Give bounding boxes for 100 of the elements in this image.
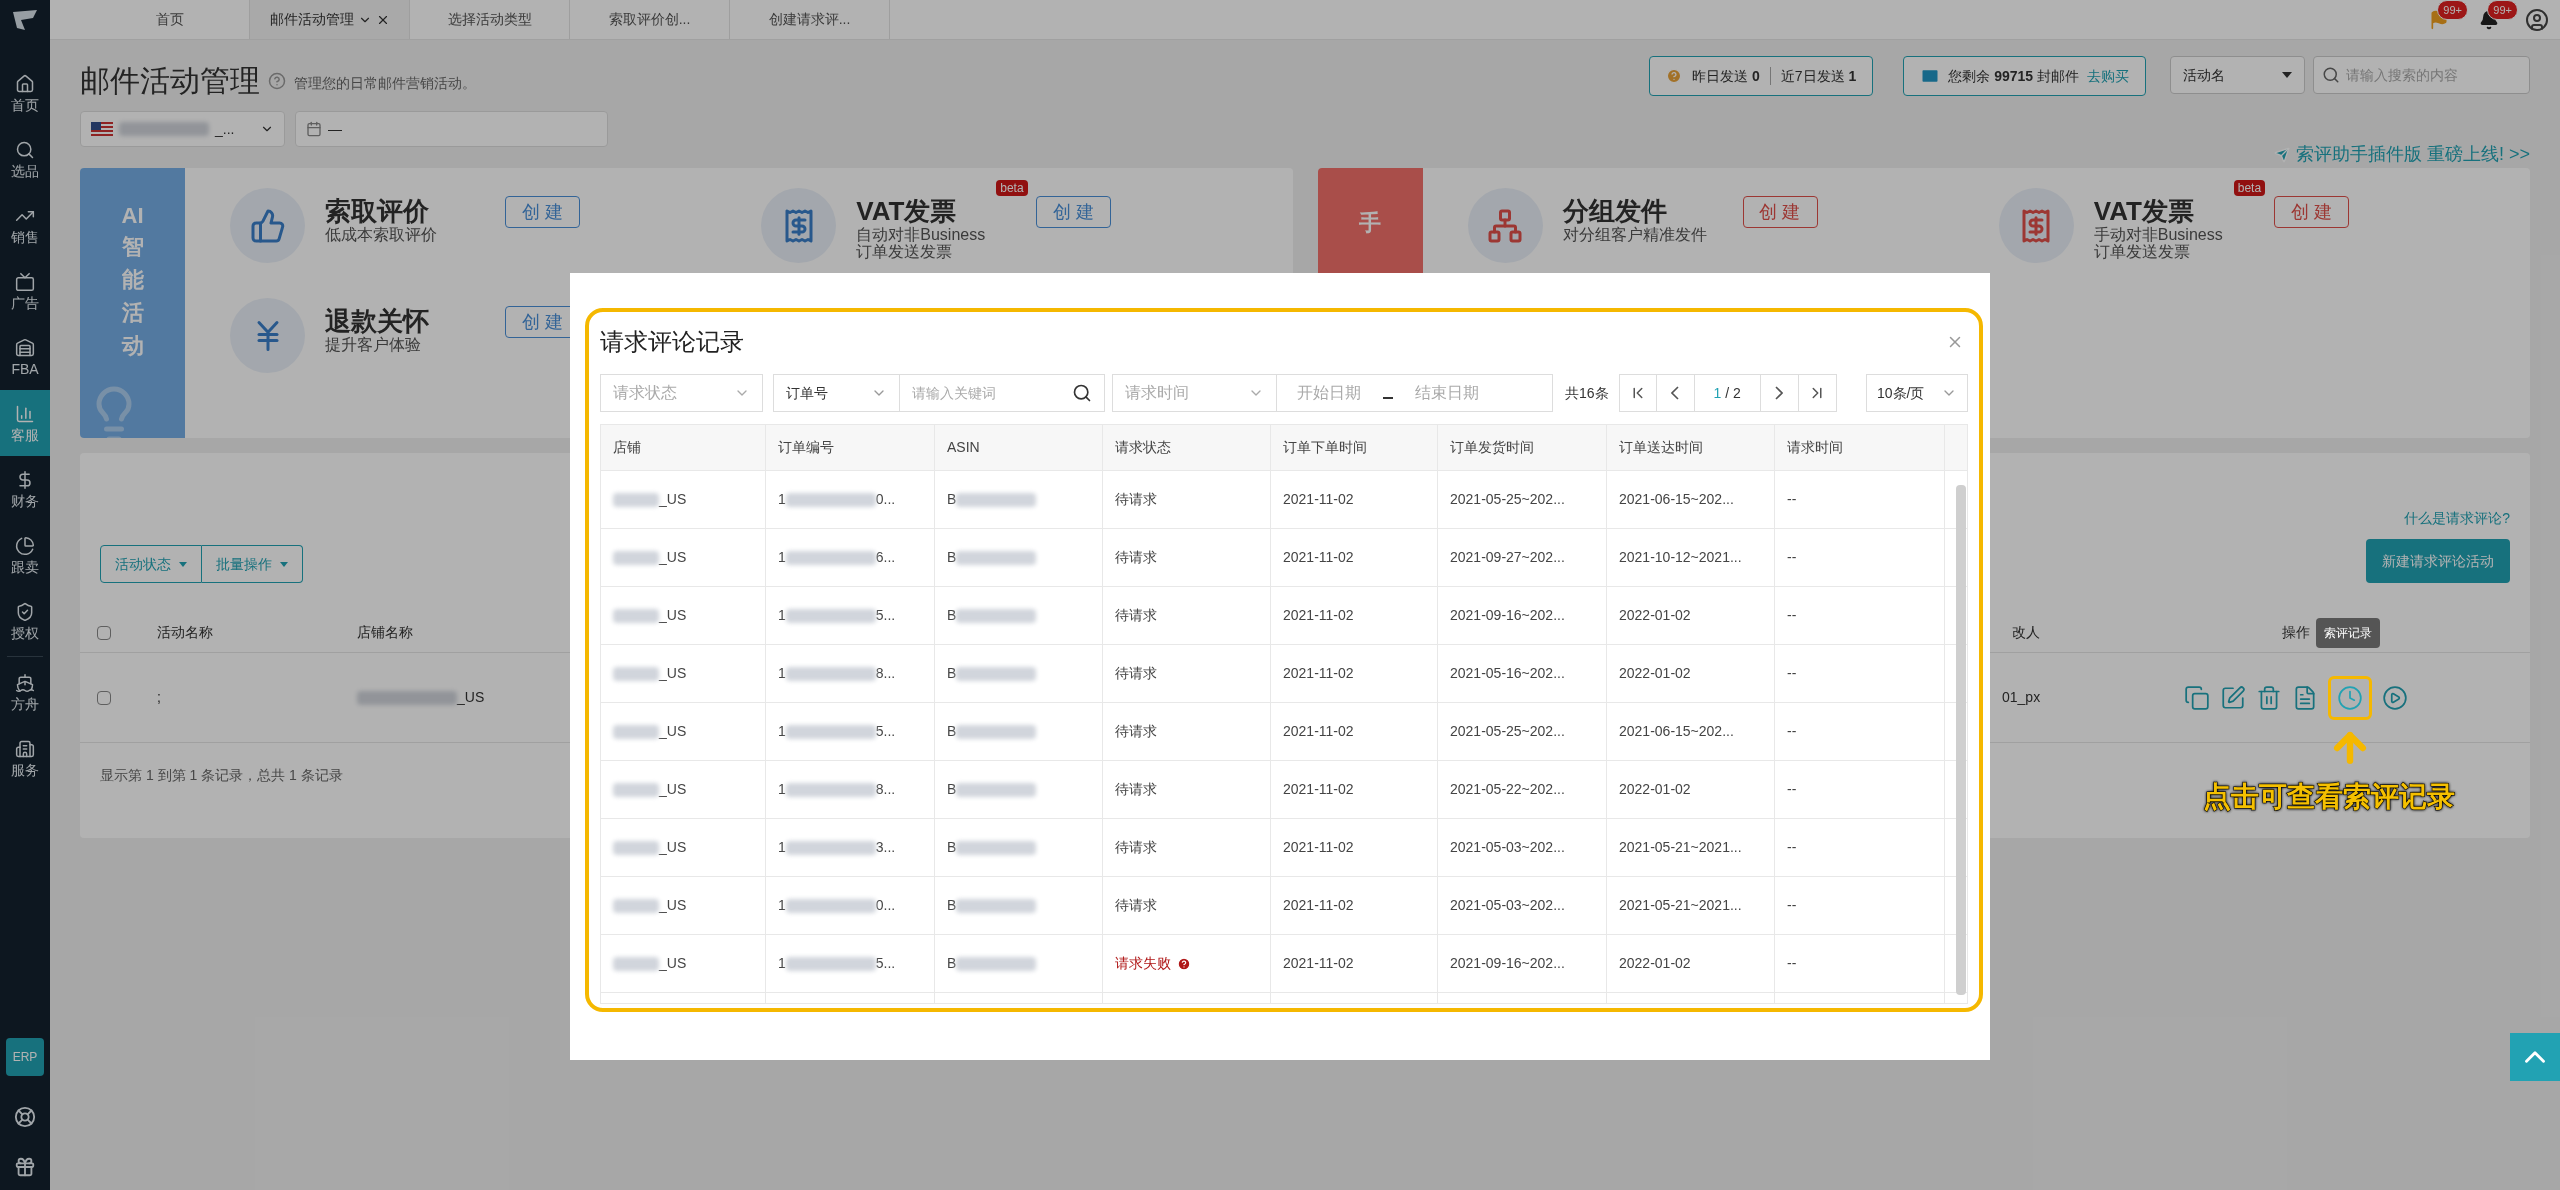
column-header: 订单送达时间 [1619, 438, 1703, 457]
status-text: 待请求 [1115, 838, 1157, 857]
chevron-right-icon [1775, 386, 1784, 400]
calendar-icon [306, 121, 322, 137]
search-icon [15, 140, 35, 160]
trash-icon[interactable] [2256, 684, 2282, 711]
feature-description: 自动对非Business [856, 226, 986, 243]
total-count: 共16条 [1565, 383, 1609, 403]
page-tab[interactable]: 创建请求评... [730, 0, 890, 39]
create-button[interactable]: 创 建 [1036, 196, 1112, 228]
page-tab[interactable]: 选择活动类型 [410, 0, 570, 39]
remaining-text: 您剩余 99715 封邮件 [1948, 66, 2079, 86]
sidebar-item[interactable]: 首页 [0, 60, 50, 126]
store-name: _US [457, 688, 485, 707]
checkbox[interactable] [97, 690, 111, 705]
info-icon [1666, 68, 1683, 84]
sidebar-item[interactable]: 广告 [0, 258, 50, 324]
table-cell-text: -- [1787, 838, 1797, 857]
first-page-button[interactable] [1618, 374, 1657, 412]
sidebar-item[interactable]: 跟卖 [0, 522, 50, 588]
sidebar-item[interactable]: 销售 [0, 192, 50, 258]
category-label: AI [121, 204, 144, 229]
table-cell-text: B [947, 838, 957, 857]
sidebar-item[interactable]: 财务 [0, 456, 50, 522]
chevron-left-icon [1671, 386, 1680, 400]
table-cell-text: 2021-06-15~202... [1619, 722, 1734, 741]
last-page-button[interactable] [1798, 374, 1837, 412]
sidebar-item[interactable]: 授权 [0, 588, 50, 654]
status-text: 待请求 [1115, 664, 1157, 683]
table-cell-text: B [947, 722, 957, 741]
table-cell-text: _US [659, 606, 687, 625]
support-icon[interactable] [14, 1106, 36, 1128]
page-size-select[interactable]: 10条/页 [1866, 374, 1968, 412]
feature-description: 低成本索取评价 [325, 226, 437, 243]
table-cell-text: 2021-05-25~202... [1450, 490, 1565, 509]
previous-page-button[interactable] [1656, 374, 1695, 412]
feature-title: 索取评价 [325, 196, 429, 226]
status-text: 待请求 [1115, 548, 1157, 567]
search-type-select[interactable]: 活动名 [2170, 56, 2305, 94]
table-cell-text: -- [1787, 490, 1797, 509]
search-icon[interactable] [1072, 383, 1092, 403]
status-text: 待请求 [1115, 722, 1157, 741]
thumbs-up-icon [249, 207, 286, 244]
page-tab[interactable]: 索取评价创... [570, 0, 730, 39]
order-type-select[interactable]: 订单号 [773, 374, 900, 412]
table-cell-text: 0... [875, 896, 896, 915]
table-cell-text: _US [659, 838, 687, 857]
sidebar-item[interactable]: FBA [0, 324, 50, 390]
column-header: 店铺 [613, 438, 641, 457]
dialog-title: 请求评论记录 [600, 327, 744, 357]
create-button[interactable]: 创 建 [1742, 196, 1818, 228]
sent-yesterday: 昨日发送 0 [1692, 66, 1760, 86]
play-icon[interactable] [2382, 684, 2408, 711]
next-page-button[interactable] [1760, 374, 1799, 412]
sidebar-item[interactable]: 选品 [0, 126, 50, 192]
page-tab[interactable]: 邮件活动管理 [250, 0, 410, 39]
back-to-top-button[interactable] [2510, 1033, 2560, 1081]
edit-icon[interactable] [2220, 684, 2246, 711]
feature-title: 退款关怀 [325, 306, 429, 336]
search-icon [2322, 66, 2340, 84]
table-cell-text: B [947, 664, 957, 683]
scrollbar[interactable] [1956, 485, 1966, 995]
table-cell-text: 2021-05-21~2021... [1619, 838, 1742, 857]
date-field[interactable]: — [295, 111, 608, 147]
checkbox[interactable] [97, 625, 111, 640]
table-cell-text: 1 [778, 606, 786, 625]
table-cell-text: B [947, 548, 957, 567]
table-cell-text: 6... [875, 548, 896, 567]
copy-icon[interactable] [2184, 684, 2210, 711]
avatar-icon[interactable] [2525, 7, 2549, 32]
table-cell-text: B [947, 896, 957, 915]
feature-title: VAT发票 [2093, 196, 2194, 226]
create-button[interactable]: 创 建 [2273, 196, 2349, 228]
bar-chart-icon [15, 404, 35, 424]
screen-icon [15, 272, 35, 292]
table-cell-text: -- [1787, 780, 1797, 799]
document-icon[interactable] [2292, 684, 2318, 711]
table-cell-text: 2021-11-02 [1283, 548, 1354, 567]
table-cell-text: B [947, 490, 957, 509]
sidebar-item[interactable]: 服务 [0, 725, 50, 791]
gift-icon[interactable] [14, 1156, 36, 1178]
table-cell-text: 2021-09-16~202... [1450, 606, 1565, 625]
create-button[interactable]: 创 建 [505, 196, 580, 228]
store-select[interactable]: _... [80, 111, 285, 147]
table-cell-text: 2021-10-12~2021... [1619, 548, 1742, 567]
status-filter-button[interactable]: 活动状态 [100, 545, 202, 583]
current-page[interactable]: 1 [1713, 382, 1722, 404]
page-title: 邮件活动管理 [80, 63, 260, 99]
table-cell-text: 2021-09-16~202... [1450, 954, 1565, 973]
status-text: 待请求 [1115, 490, 1157, 509]
table-cell-text: -- [1787, 606, 1797, 625]
table-cell-text: -- [1787, 722, 1797, 741]
beta-badge: beta [2233, 180, 2266, 196]
blurred-text [613, 898, 659, 913]
feature-description: 订单发送发票 [856, 243, 953, 260]
sidebar-item[interactable]: 方舟 [0, 659, 50, 725]
blurred-text [613, 492, 659, 507]
table-cell-text: 2021-05-03~202... [1450, 896, 1565, 915]
table-cell-text: -- [1787, 896, 1797, 915]
table-cell-text: 2021-11-02 [1283, 606, 1354, 625]
